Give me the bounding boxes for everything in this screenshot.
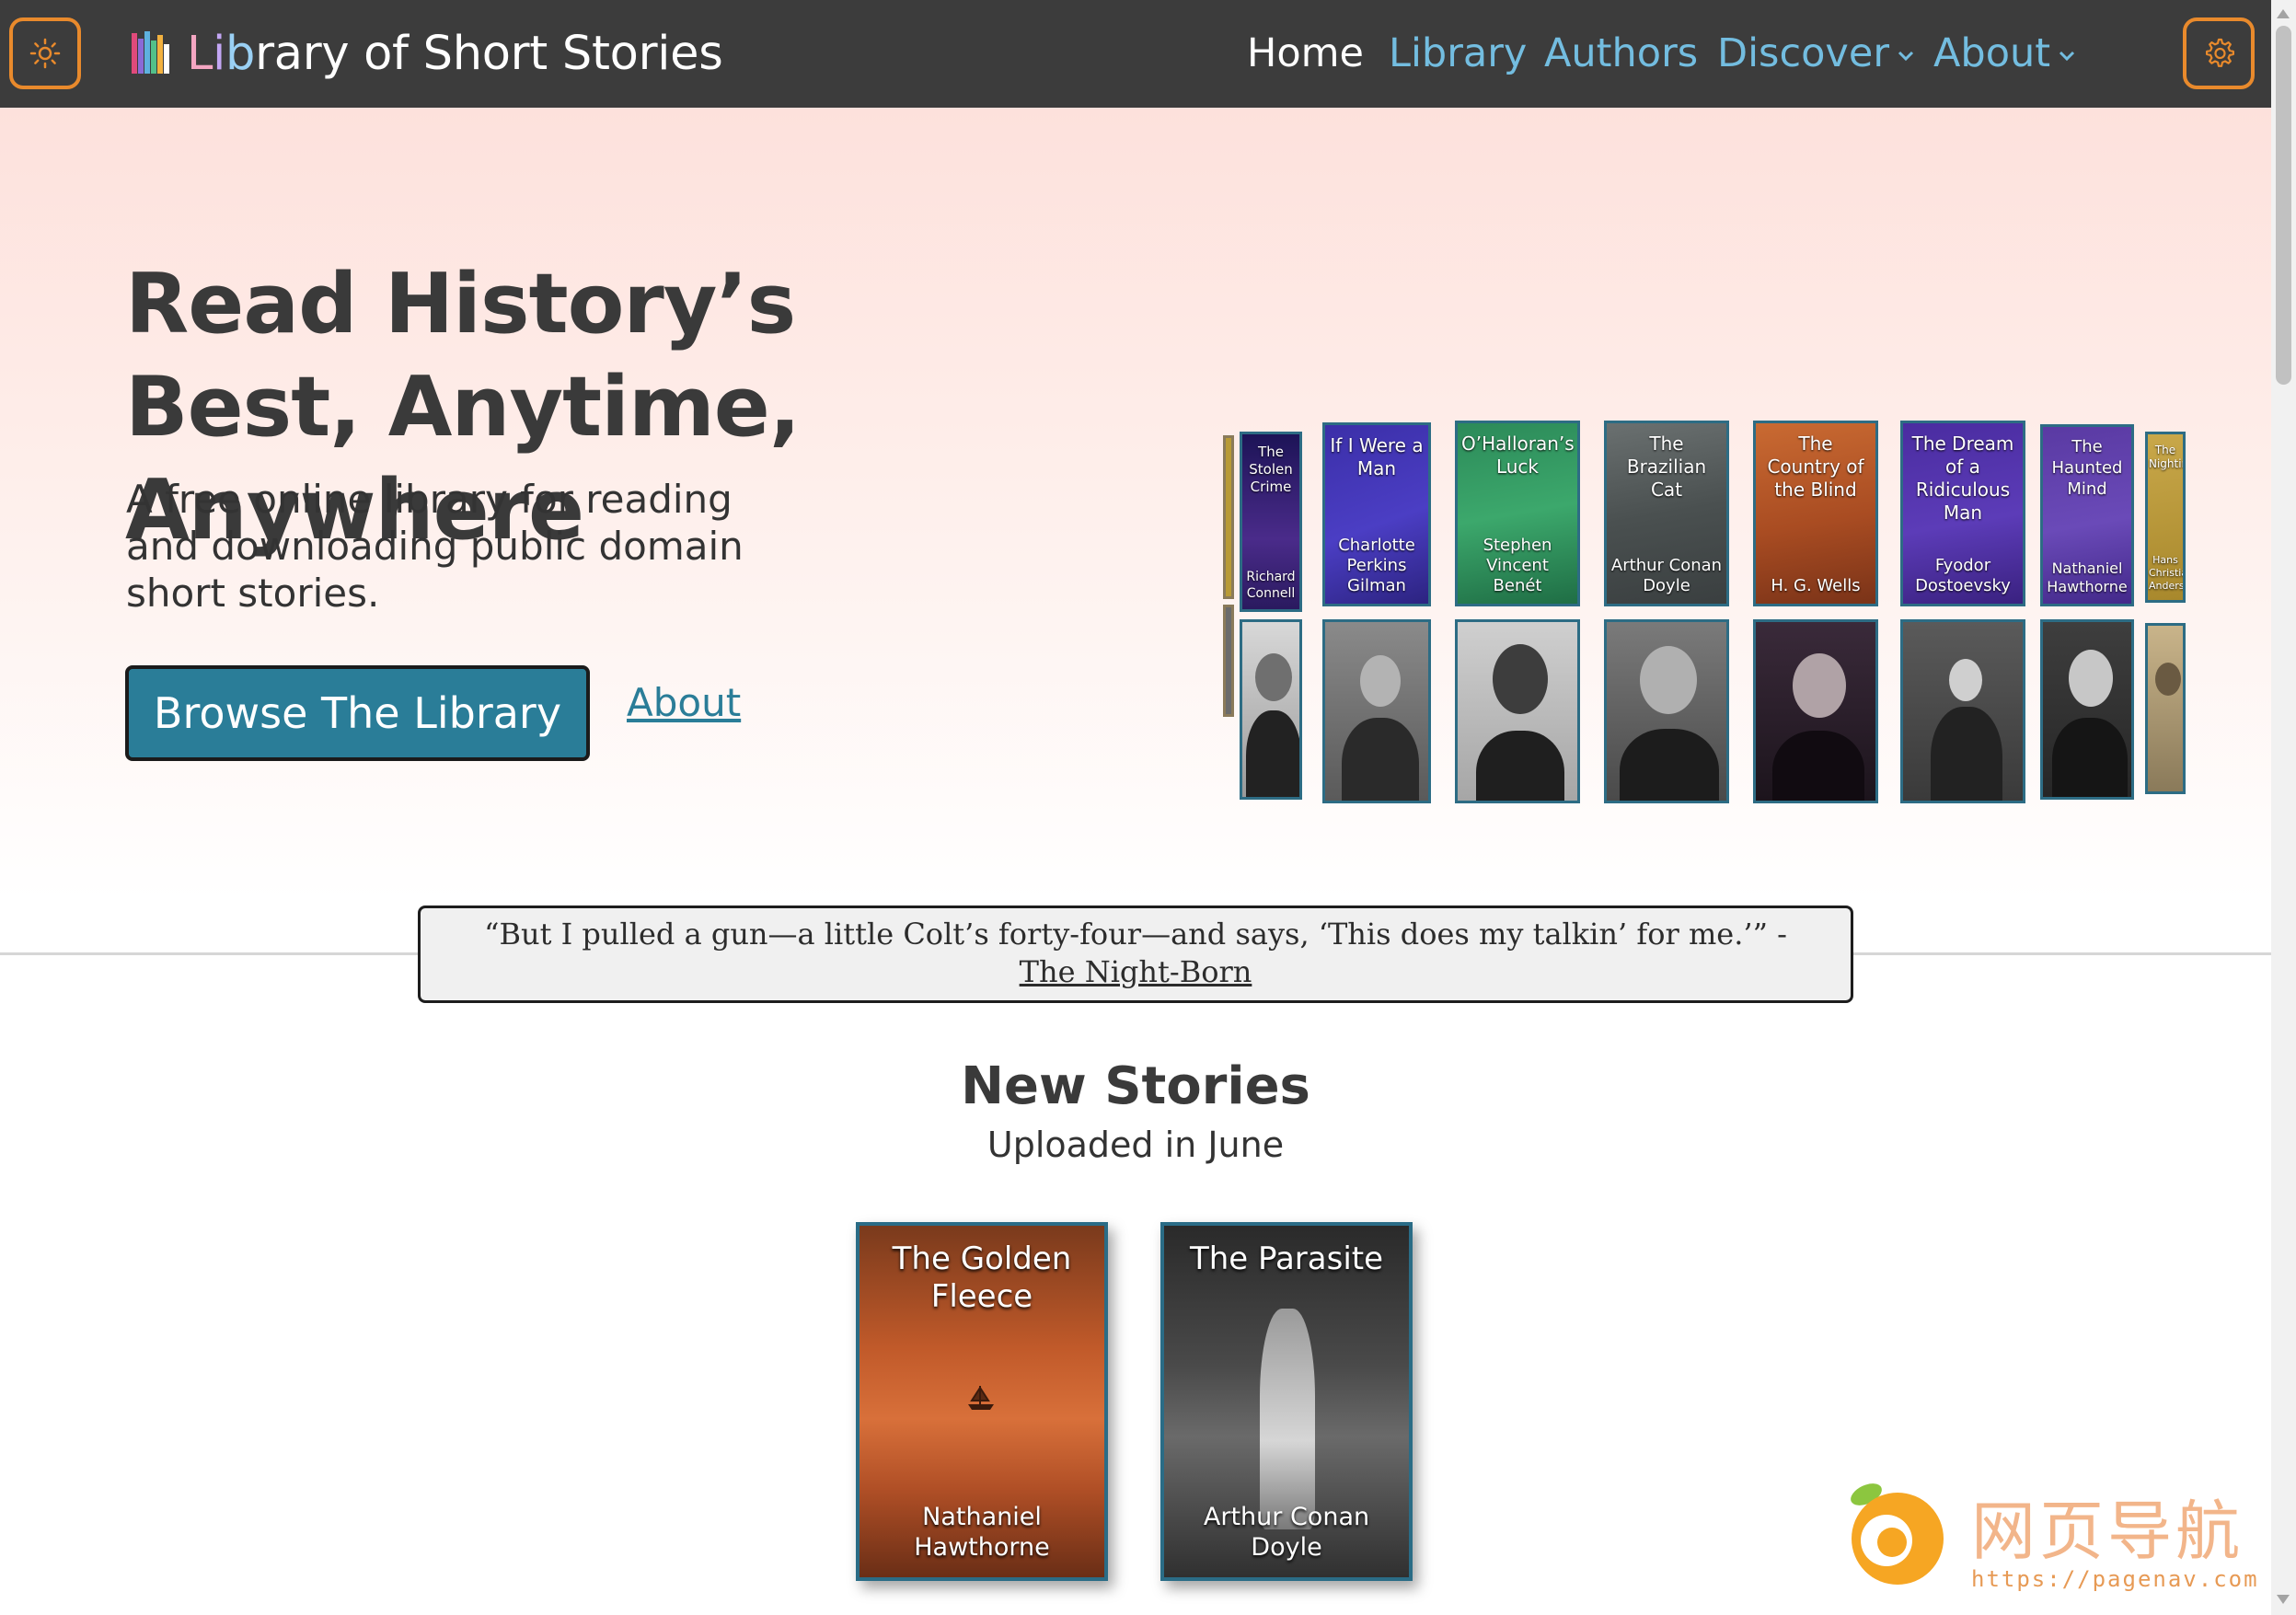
author-portrait[interactable] <box>1322 619 1431 803</box>
brand-title: Library of Short Stories <box>187 26 723 81</box>
nav-about-label: About <box>1933 30 2051 76</box>
nav-discover[interactable]: Discover <box>1717 24 1915 83</box>
brand-link[interactable]: Library of Short Stories <box>130 18 723 88</box>
cover-author: H. G. Wells <box>1771 576 1861 595</box>
new-stories-subtitle: Uploaded in June <box>986 1125 1285 1165</box>
cover-the-brazilian-cat[interactable]: The Brazilian Cat Arthur Conan Doyle <box>1604 421 1729 606</box>
cover-title: The Haunted Mind <box>2051 437 2123 499</box>
gear-icon <box>2206 38 2234 67</box>
nav-library[interactable]: Library <box>1389 24 1527 83</box>
ship-silhouette <box>968 1386 994 1410</box>
brand-letter-i: i <box>213 26 225 81</box>
featured-quote: “But I pulled a gun—a little Colt’s fort… <box>418 906 1853 1003</box>
book-title: The Golden Fleece <box>892 1240 1072 1315</box>
cover-if-i-were-a-man[interactable]: If I Were a Man Charlotte Perkins Gilman <box>1322 422 1431 606</box>
author-portrait[interactable] <box>2145 623 2186 794</box>
watermark-url: https://pagenav.com <box>1971 1566 2259 1592</box>
brand-title-rest: rary of Short Stories <box>255 26 723 81</box>
cover-title: The Brazilian Cat <box>1626 433 1707 501</box>
cover-title: The Country of the Blind <box>1767 433 1864 501</box>
cover-title: The Nightingale <box>2149 444 2183 470</box>
orange-logo-icon <box>1851 1483 1944 1585</box>
nav-about[interactable]: About <box>1933 24 2076 83</box>
author-portrait[interactable] <box>1455 619 1580 803</box>
cover-edge-left <box>1223 435 1234 599</box>
chevron-down-icon <box>1898 51 1914 61</box>
cover-author: Fyodor Dostoevsky <box>1915 556 2011 595</box>
cover-title: The Stolen Crime <box>1249 444 1293 495</box>
cover-title: If I Were a Man <box>1330 434 1424 479</box>
chevron-down-icon <box>2059 51 2075 61</box>
books-logo-icon <box>132 31 169 74</box>
nav-discover-label: Discover <box>1717 30 1889 76</box>
book-author: Nathaniel Hawthorne <box>914 1503 1050 1562</box>
book-carousel: The Stolen Crime Richard Connell If I We… <box>1219 312 2186 809</box>
cover-the-stolen-crime[interactable]: The Stolen Crime Richard Connell <box>1240 432 1302 612</box>
quote-source-link[interactable]: The Night-Born <box>1020 954 1252 989</box>
cover-author: Hans Christian Andersen <box>2149 554 2185 592</box>
cover-the-country-of-the-blind[interactable]: The Country of the Blind H. G. Wells <box>1753 421 1878 606</box>
author-portrait[interactable] <box>1604 619 1729 803</box>
quote-text: “But I pulled a gun—a little Colt’s fort… <box>484 917 1787 952</box>
scroll-down-arrow-icon[interactable] <box>2277 1595 2290 1604</box>
brand-letter-b: b <box>225 26 256 81</box>
cover-author: Nathaniel Hawthorne <box>2047 559 2128 595</box>
cover-author: Charlotte Perkins Gilman <box>1338 536 1415 595</box>
sun-icon <box>29 38 61 69</box>
book-title: The Parasite <box>1189 1240 1384 1277</box>
browse-library-button[interactable]: Browse The Library <box>125 665 590 761</box>
cover-title: The Dream of a Ridiculous Man <box>1911 433 2014 524</box>
watermark-text: 网页导航 <box>1971 1494 2244 1569</box>
author-portrait[interactable] <box>1240 619 1302 800</box>
settings-button[interactable] <box>2183 17 2255 89</box>
figure-silhouette <box>1260 1309 1315 1529</box>
scrollbar-thumb[interactable] <box>2276 26 2291 385</box>
new-stories-heading: New Stories <box>961 1056 1310 1116</box>
cover-the-haunted-mind[interactable]: The Haunted Mind Nathaniel Hawthorne <box>2040 424 2134 606</box>
hero-about-link[interactable]: About <box>627 680 741 725</box>
cover-the-nightingale[interactable]: The Nightingale Hans Christian Andersen <box>2145 432 2186 603</box>
book-the-golden-fleece[interactable]: The Golden Fleece Nathaniel Hawthorne <box>856 1222 1108 1581</box>
nav-home[interactable]: Home <box>1247 24 1364 83</box>
portrait-edge-left <box>1223 605 1234 717</box>
brand-letter-l: L <box>187 26 213 81</box>
author-portrait[interactable] <box>1753 619 1878 803</box>
author-portrait[interactable] <box>1900 619 2025 803</box>
page-scrollbar[interactable] <box>2271 0 2296 1615</box>
book-the-parasite[interactable]: The Parasite Arthur Conan Doyle <box>1160 1222 1413 1581</box>
cover-the-dream-of-a-ridiculous-man[interactable]: The Dream of a Ridiculous Man Fyodor Dos… <box>1900 421 2025 606</box>
top-navbar: Library of Short Stories Home Library Au… <box>0 0 2271 108</box>
cover-author: Richard Connell <box>1246 570 1296 601</box>
cover-author: Stephen Vincent Benét <box>1483 536 1552 595</box>
cover-ohallorans-luck[interactable]: O’Halloran’s Luck Stephen Vincent Benét <box>1455 421 1580 606</box>
author-portrait[interactable] <box>2040 619 2134 800</box>
nav-authors[interactable]: Authors <box>1544 24 1698 83</box>
site-watermark: 网页导航 https://pagenav.com <box>1831 1474 2273 1594</box>
hero-subtitle: A free online library for reading and do… <box>126 477 744 616</box>
book-author: Arthur Conan Doyle <box>1203 1503 1370 1562</box>
hero-section: Read History’s Best, Anytime, Anywhere A… <box>0 108 2271 899</box>
theme-toggle-button[interactable] <box>9 17 81 89</box>
cover-title: O’Halloran’s Luck <box>1461 433 1575 478</box>
scroll-up-arrow-icon[interactable] <box>2277 9 2290 18</box>
cover-author: Arthur Conan Doyle <box>1610 556 1723 595</box>
